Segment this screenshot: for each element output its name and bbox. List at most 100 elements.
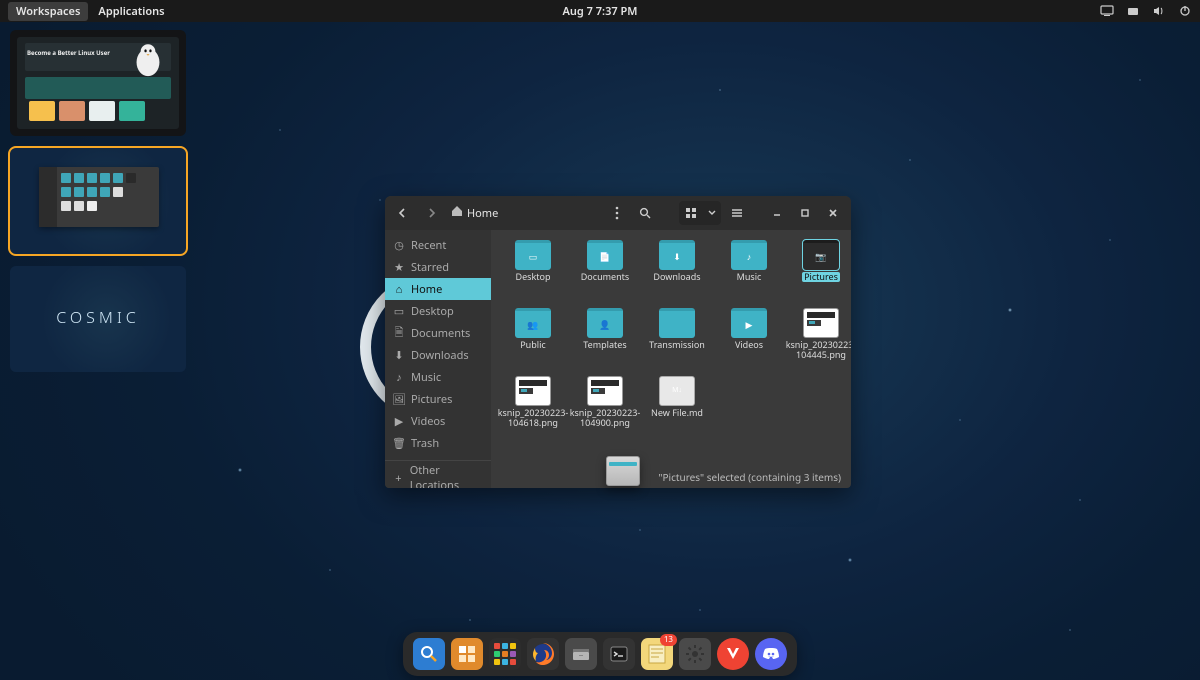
workspace-thumb-1[interactable]: Become a Better Linux User: [10, 30, 186, 136]
file-label: Videos: [735, 340, 763, 350]
dock-apps[interactable]: [489, 638, 521, 670]
folder-icon: 📄: [587, 240, 623, 270]
file-item[interactable]: ksnip_20230223-104618.png: [501, 374, 565, 432]
home-icon: ⌂: [393, 283, 405, 295]
file-item[interactable]: 📷 Pictures: [789, 238, 851, 296]
panel-clock[interactable]: Aug 7 7:37 PM: [0, 4, 1200, 19]
home-icon: [451, 205, 463, 221]
dock-settings[interactable]: [679, 638, 711, 670]
maximize-button[interactable]: [793, 201, 817, 225]
documents-icon: 🗎: [393, 327, 405, 339]
close-button[interactable]: [821, 201, 845, 225]
dock-vivaldi[interactable]: [717, 638, 749, 670]
file-item[interactable]: 👥 Public: [501, 306, 565, 364]
view-icons-button[interactable]: [679, 201, 703, 225]
file-label: Public: [520, 340, 546, 350]
sidebar-item-label: Pictures: [411, 392, 452, 407]
file-label: Transmission: [649, 340, 705, 350]
dragged-folder-icon[interactable]: [606, 456, 640, 486]
volume-icon[interactable]: [1152, 5, 1166, 17]
file-label: Documents: [581, 272, 630, 282]
power-icon[interactable]: [1178, 5, 1192, 17]
sidebar-item-label: Starred: [411, 260, 449, 275]
desktop-icon: ▭: [393, 305, 405, 317]
dock-notes[interactable]: 13: [641, 638, 673, 670]
view-dropdown[interactable]: [703, 201, 721, 225]
dock-search[interactable]: [413, 638, 445, 670]
image-thumb-icon: [587, 376, 623, 406]
file-item[interactable]: Transmission: [645, 306, 709, 364]
file-label: ksnip_20230223-104445.png: [786, 340, 851, 360]
file-manager-window: Home ◷Recent★Starred⌂Home▭Desktop🗎Docume…: [385, 196, 851, 488]
folder-icon: 👤: [587, 308, 623, 338]
file-label: ksnip_20230223-104900.png: [570, 408, 641, 428]
dock-workspaces[interactable]: [451, 638, 483, 670]
dock-files[interactable]: [565, 638, 597, 670]
clock-icon: ◷: [393, 239, 405, 251]
workspace-thumb-3[interactable]: COSMIC: [10, 266, 186, 372]
videos-icon: ▶: [393, 415, 405, 427]
sidebar-item-label: Videos: [411, 414, 445, 429]
file-item[interactable]: 📄 Documents: [573, 238, 637, 296]
sidebar-other-locations[interactable]: + Other Locations: [385, 467, 491, 488]
sidebar-item-music[interactable]: ♪ Music: [385, 366, 491, 388]
dock-terminal[interactable]: [603, 638, 635, 670]
file-label: New File.md: [651, 408, 703, 418]
tray-screencast-icon[interactable]: [1100, 5, 1114, 17]
fm-headerbar: Home: [385, 196, 851, 230]
sidebar-item-pictures[interactable]: 🖼Pictures: [385, 388, 491, 410]
sidebar-item-recent[interactable]: ◷Recent: [385, 234, 491, 256]
music-icon: ♪: [393, 371, 405, 383]
folder-icon: 👥: [515, 308, 551, 338]
file-label: ksnip_20230223-104618.png: [498, 408, 569, 428]
downloads-icon: ⬇: [393, 349, 405, 361]
workspace-thumb-2[interactable]: COSMIC: [10, 148, 186, 254]
dock-discord[interactable]: [755, 638, 787, 670]
file-item[interactable]: ▭Desktop: [501, 238, 565, 296]
sidebar-item-home[interactable]: ⌂ Home: [385, 278, 491, 300]
folder-icon: [659, 308, 695, 338]
path-label: Home: [467, 206, 498, 221]
file-label: Templates: [583, 340, 626, 350]
plus-icon: +: [393, 472, 404, 484]
sidebar-item-label: Music: [411, 370, 441, 385]
file-item[interactable]: ♪Music: [717, 238, 781, 296]
folder-icon: ⬇: [659, 240, 695, 270]
sidebar-item-documents[interactable]: 🗎Documents: [385, 322, 491, 344]
search-button[interactable]: [633, 201, 657, 225]
forward-button[interactable]: [419, 201, 443, 225]
markdown-file-icon: M↓: [659, 376, 695, 406]
network-icon[interactable]: [1126, 5, 1140, 17]
sidebar-item-downloads[interactable]: ⬇ Downloads: [385, 344, 491, 366]
file-item[interactable]: ⬇Downloads: [645, 238, 709, 296]
kebab-menu[interactable]: [605, 201, 629, 225]
path-bar[interactable]: Home: [447, 205, 502, 221]
file-item[interactable]: ksnip_20230223-104900.png: [573, 374, 637, 432]
panel-applications-btn[interactable]: Applications: [90, 2, 172, 21]
minimize-button[interactable]: [765, 201, 789, 225]
folder-icon: 📷: [803, 240, 839, 270]
sidebar-item-videos[interactable]: ▶ Videos: [385, 410, 491, 432]
sidebar-item-trash[interactable]: 🗑Trash: [385, 432, 491, 454]
sidebar-item-label: Desktop: [411, 304, 454, 319]
back-button[interactable]: [391, 201, 415, 225]
hamburger-menu[interactable]: [725, 201, 749, 225]
sidebar-item-starred[interactable]: ★Starred: [385, 256, 491, 278]
sidebar-item-desktop[interactable]: ▭ Desktop: [385, 300, 491, 322]
file-item[interactable]: ▶Videos: [717, 306, 781, 364]
folder-icon: ▭: [515, 240, 551, 270]
file-label: Pictures: [802, 272, 840, 282]
panel-workspaces-btn[interactable]: Workspaces: [8, 2, 88, 21]
file-item[interactable]: 👤 Templates: [573, 306, 637, 364]
image-thumb-icon: [515, 376, 551, 406]
image-thumb-icon: [803, 308, 839, 338]
fm-content[interactable]: ▭Desktop 📄 Documents ⬇Downloads♪Music 📷 Pictu…: [491, 230, 851, 488]
dock-firefox[interactable]: [527, 638, 559, 670]
file-item[interactable]: M↓ New File.md: [645, 374, 709, 432]
file-item[interactable]: ksnip_20230223-104445.png: [789, 306, 851, 364]
sidebar-item-label: Downloads: [411, 348, 469, 363]
sidebar-item-label: Other Locations: [410, 463, 483, 488]
trash-icon: 🗑: [393, 437, 405, 449]
sidebar-item-label: Home: [411, 282, 442, 297]
notes-badge: 13: [660, 634, 677, 646]
